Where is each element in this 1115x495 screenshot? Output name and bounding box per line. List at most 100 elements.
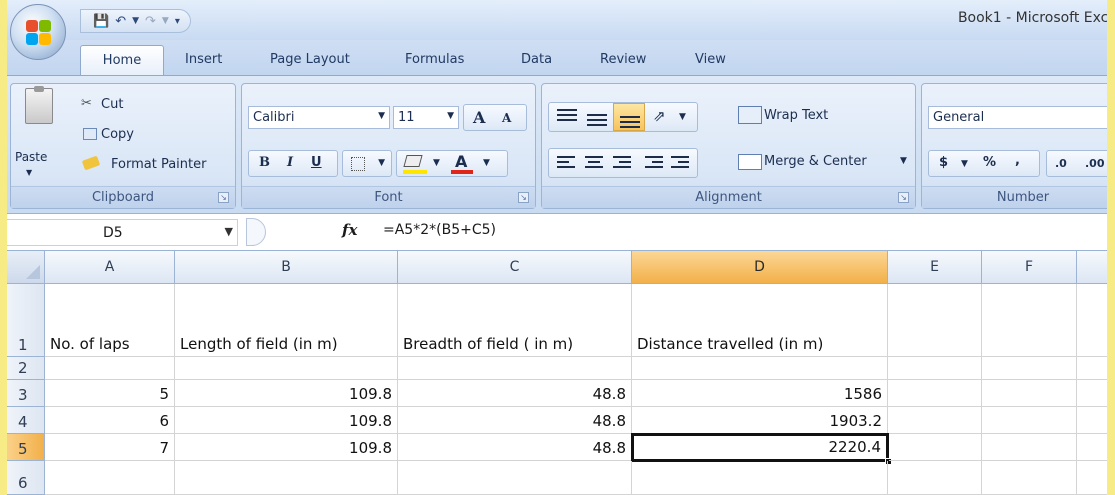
cell-c1[interactable]: Breadth of field ( in m) <box>398 284 632 357</box>
formula-bar-splitter[interactable] <box>246 218 266 246</box>
underline-button[interactable]: U <box>311 155 322 170</box>
cut-button[interactable]: Cut <box>101 97 123 112</box>
currency-button[interactable]: $ <box>939 155 948 170</box>
undo-dropdown-icon[interactable]: ▼ <box>132 16 139 26</box>
cell-f2[interactable] <box>982 357 1077 380</box>
copy-button[interactable]: Copy <box>101 127 134 142</box>
borders-dropdown-icon[interactable]: ▼ <box>378 158 385 168</box>
wrap-text-button[interactable]: Wrap Text <box>764 108 828 123</box>
percent-button[interactable]: % <box>983 155 996 170</box>
italic-button[interactable]: I <box>287 155 293 170</box>
cell-f3[interactable] <box>982 380 1077 407</box>
alignment-launcher-icon[interactable]: ↘ <box>898 192 909 203</box>
name-box[interactable]: D5 ▼ <box>2 219 238 246</box>
name-box-dropdown-icon[interactable]: ▼ <box>225 225 233 238</box>
cell-d2[interactable] <box>632 357 888 380</box>
tab-page-layout[interactable]: Page Layout <box>270 52 350 67</box>
paste-button[interactable]: Paste <box>15 150 47 164</box>
office-button[interactable] <box>10 4 66 60</box>
font-name-dropdown-icon[interactable]: ▼ <box>378 111 385 121</box>
column-header-a[interactable]: A <box>45 251 175 284</box>
undo-icon[interactable]: ↶ <box>115 14 126 29</box>
shrink-font-button[interactable]: A <box>502 111 511 125</box>
tab-insert[interactable]: Insert <box>185 52 222 67</box>
cell-c4[interactable]: 48.8 <box>398 407 632 434</box>
merge-center-button[interactable]: Merge & Center <box>764 154 867 169</box>
font-size-dropdown-icon[interactable]: ▼ <box>447 111 454 121</box>
decrease-decimal-button[interactable]: .00 <box>1085 157 1105 170</box>
column-header-e[interactable]: E <box>888 251 982 284</box>
orientation-dropdown-icon[interactable]: ▼ <box>679 112 686 122</box>
font-color-button[interactable]: A <box>455 152 467 171</box>
paste-dropdown-icon[interactable]: ▼ <box>26 168 32 177</box>
cell-c3[interactable]: 48.8 <box>398 380 632 407</box>
cell-b5[interactable]: 109.8 <box>175 434 398 461</box>
grow-font-button[interactable]: A <box>473 108 485 127</box>
formula-input[interactable]: =A5*2*(B5+C5) <box>383 222 496 238</box>
tab-view[interactable]: View <box>695 52 726 67</box>
fill-color-icon[interactable] <box>403 155 423 167</box>
cut-icon: ✂ <box>81 96 92 111</box>
cell-e1[interactable] <box>888 284 982 357</box>
cell-e3[interactable] <box>888 380 982 407</box>
cell-b6[interactable] <box>175 461 398 495</box>
bottom-align-icon[interactable] <box>613 103 645 131</box>
cell-a4[interactable]: 6 <box>45 407 175 434</box>
cell-b3[interactable]: 109.8 <box>175 380 398 407</box>
cell-a2[interactable] <box>45 357 175 380</box>
cell-c2[interactable] <box>398 357 632 380</box>
cell-d4[interactable]: 1903.2 <box>632 407 888 434</box>
cell-e6[interactable] <box>888 461 982 495</box>
cell-b2[interactable] <box>175 357 398 380</box>
column-header-f[interactable]: F <box>982 251 1077 284</box>
tab-review[interactable]: Review <box>600 52 646 67</box>
cell-e5[interactable] <box>889 434 982 461</box>
clipboard-launcher-icon[interactable]: ↘ <box>218 192 229 203</box>
cell-a6[interactable] <box>45 461 175 495</box>
cell-e4[interactable] <box>888 407 982 434</box>
font-size-select[interactable]: 11 ▼ <box>393 106 459 129</box>
cell-d6[interactable] <box>632 461 888 495</box>
merge-center-dropdown-icon[interactable]: ▼ <box>900 156 907 166</box>
column-header-b[interactable]: B <box>175 251 398 284</box>
column-header-c[interactable]: C <box>398 251 632 284</box>
cell-a3[interactable]: 5 <box>45 380 175 407</box>
cell-f6[interactable] <box>982 461 1077 495</box>
format-painter-button[interactable]: Format Painter <box>111 157 206 172</box>
currency-dropdown-icon[interactable]: ▼ <box>961 159 968 169</box>
font-color-dropdown-icon[interactable]: ▼ <box>483 158 490 168</box>
cell-e2[interactable] <box>888 357 982 380</box>
borders-button[interactable]: ▼ <box>342 150 392 177</box>
cell-f4[interactable] <box>982 407 1077 434</box>
cell-a1[interactable]: No. of laps <box>45 284 175 357</box>
font-name-select[interactable]: Calibri ▼ <box>248 106 390 129</box>
cell-f5[interactable] <box>982 434 1077 461</box>
redo-icon[interactable]: ↷ <box>145 14 156 29</box>
cell-c6[interactable] <box>398 461 632 495</box>
redo-dropdown-icon[interactable]: ▼ <box>162 16 169 26</box>
cell-d1[interactable]: Distance travelled (in m) <box>632 284 888 357</box>
number-format-select[interactable]: General ▼ <box>928 106 1115 129</box>
cell-b1[interactable]: Length of field (in m) <box>175 284 398 357</box>
cell-a5[interactable]: 7 <box>45 434 175 461</box>
paste-icon[interactable] <box>25 86 53 124</box>
comma-button[interactable]: , <box>1015 153 1020 168</box>
cell-b4[interactable]: 109.8 <box>175 407 398 434</box>
increase-decimal-button[interactable]: .0 <box>1055 157 1067 170</box>
tab-data[interactable]: Data <box>521 52 552 67</box>
customize-toolbar-icon[interactable]: ▾ <box>175 16 180 27</box>
tab-home[interactable]: Home <box>80 45 164 76</box>
cell-d5-active[interactable]: 2220.4 <box>631 433 889 462</box>
cell-d3[interactable]: 1586 <box>632 380 888 407</box>
save-icon[interactable]: 💾 <box>93 14 109 29</box>
font-label: Font <box>242 186 535 208</box>
orientation-icon[interactable]: ⇗ <box>653 107 666 125</box>
bold-button[interactable]: B <box>259 155 270 170</box>
tab-formulas[interactable]: Formulas <box>405 52 464 67</box>
fill-color-dropdown-icon[interactable]: ▼ <box>433 158 440 168</box>
cell-c5[interactable]: 48.8 <box>398 434 632 461</box>
font-launcher-icon[interactable]: ↘ <box>518 192 529 203</box>
cell-f1[interactable] <box>982 284 1077 357</box>
column-header-d[interactable]: D <box>632 251 888 284</box>
insert-function-icon[interactable]: fx <box>342 221 357 239</box>
